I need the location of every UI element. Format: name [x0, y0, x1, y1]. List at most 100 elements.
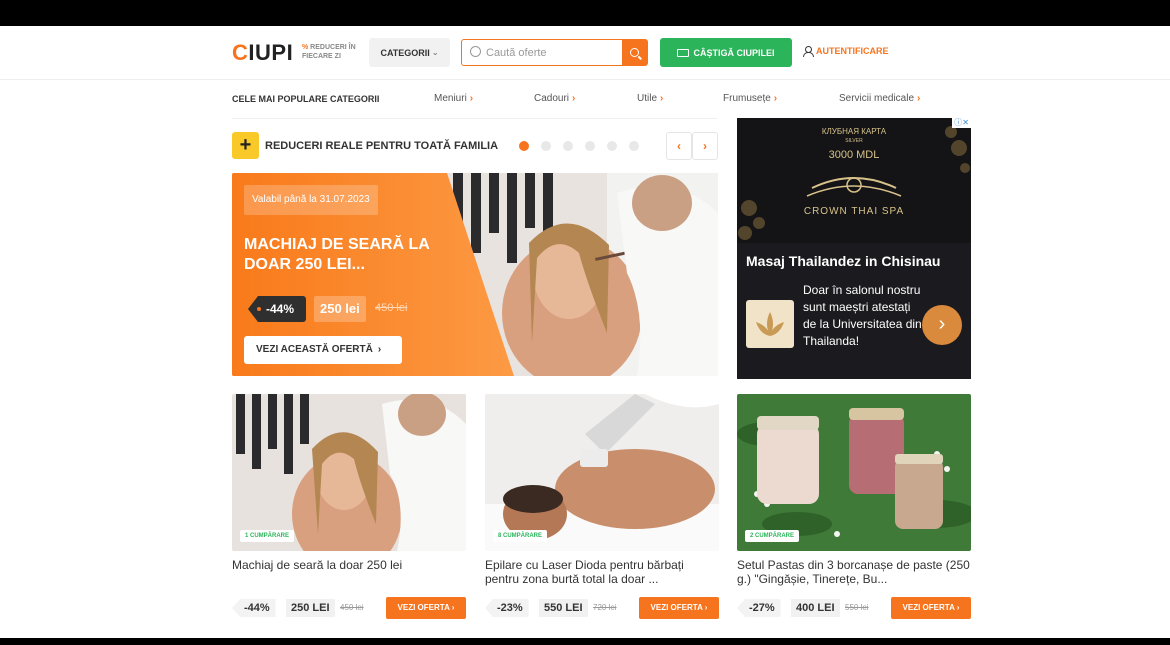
hero-cta-label: VEZI ACEASTĂ OFERTĂ — [256, 344, 373, 355]
chevron-right-icon: › — [572, 93, 576, 104]
tagline: % REDUCERI ÎN FIECARE ZI — [302, 43, 366, 61]
slider-dot[interactable] — [585, 141, 595, 151]
hero-banner[interactable]: Valabil până la 31.07.2023 MACHIAJ DE SE… — [232, 173, 718, 376]
chevron-down-icon: ⌄ — [431, 48, 439, 57]
logo-c-letter: C — [232, 40, 249, 65]
cash-icon — [677, 48, 690, 57]
chevron-right-icon: › — [469, 93, 474, 104]
tagline-text: REDUCERI ÎN FIECARE ZI — [302, 44, 356, 60]
category-label: Utile — [637, 93, 658, 104]
ad-text: Doar în salonul nostru sunt maeștri ates… — [803, 283, 922, 348]
view-offer-button[interactable]: VEZI OFERTA › — [386, 597, 466, 619]
categories-button-label: CATEGORII — [380, 47, 430, 58]
offer-price: 400 LEI — [791, 599, 840, 617]
category-bar-title: CELE MAI POPULARE CATEGORII — [232, 94, 380, 104]
chevron-right-icon: › — [917, 93, 921, 104]
login-link[interactable]: AUTENTIFICARE — [803, 46, 889, 57]
offer-image-pastas — [737, 394, 971, 551]
category-item-utile[interactable]: Utile › — [637, 93, 663, 104]
offer-discount: -27% — [737, 599, 781, 617]
search-button[interactable] — [622, 40, 647, 65]
ad-arrow-button[interactable]: › — [922, 305, 962, 345]
slider-dots — [519, 141, 639, 151]
divider — [232, 118, 717, 119]
hero-valid-until: Valabil până la 31.07.2023 — [244, 185, 378, 215]
offer-card[interactable]: 8 CUMPĂRARE Epilare cu Laser Dioda pentr… — [485, 394, 719, 619]
hero-price: 250 lei — [314, 296, 366, 322]
ad-brand: CROWN THAI SPA — [803, 206, 905, 217]
page: CIUPI % REDUCERI ÎN FIECARE ZI CATEGORII… — [0, 26, 1170, 638]
earn-button-label: CÂȘTIGĂ CIUPILEI — [693, 47, 775, 58]
ad-card-subtitle: SILVER — [845, 138, 863, 144]
ad-logo — [746, 300, 794, 348]
slider-dot[interactable] — [563, 141, 573, 151]
offer-price-row: -27% 400 LEI 550 lei VEZI OFERTA › — [737, 597, 971, 619]
ciupi-logo[interactable]: CIUPI — [232, 40, 293, 66]
category-item-servicii-medicale[interactable]: Servicii medicale › — [839, 93, 920, 104]
offer-title[interactable]: Epilare cu Laser Dioda pentru bărbați pe… — [485, 558, 719, 586]
category-label: Frumusețe — [723, 93, 771, 104]
slider-title: REDUCERI REALE PENTRU TOATĂ FAMILIA — [265, 140, 499, 152]
chevron-right-icon: › — [660, 93, 664, 104]
slider-dot[interactable] — [541, 141, 551, 151]
category-bar: CELE MAI POPULARE CATEGORII Meniuri › Cad… — [0, 80, 1170, 118]
offer-title[interactable]: Setul Pastas din 3 borcanașe de paste (2… — [737, 558, 971, 586]
purchase-count-badge: 8 CUMPĂRARE — [493, 530, 548, 542]
offer-card[interactable]: 2 CUMPĂRARE Setul Pastas din 3 borcanașe… — [737, 394, 971, 619]
offer-card[interactable]: 1 CUMPĂRARE Machiaj de seară la doar 250… — [232, 394, 466, 619]
view-offer-button[interactable]: VEZI OFERTA › — [639, 597, 719, 619]
ad-title: Masaj Thailandez in Chisinau — [746, 253, 941, 269]
offer-old-price: 450 lei — [340, 603, 364, 612]
chevron-right-icon: › — [773, 93, 778, 104]
ad-card-title: КЛУБНАЯ КАРТА — [821, 127, 887, 136]
slider-header: + REDUCERI REALE PENTRU TOATĂ FAMILIA ‹ … — [232, 132, 718, 160]
offer-old-price: 720 lei — [593, 603, 617, 612]
offer-old-price: 550 lei — [845, 603, 869, 612]
offer-discount: -23% — [485, 599, 529, 617]
lotus-icon — [756, 312, 784, 336]
hero-discount-badge: -44% — [248, 296, 306, 322]
offer-price: 250 LEI — [286, 599, 335, 617]
categories-button[interactable]: CATEGORII ⌄ — [369, 38, 450, 67]
user-icon — [803, 46, 814, 57]
slider-dot[interactable] — [607, 141, 617, 151]
hero-cta-button[interactable]: VEZI ACEASTĂ OFERTĂ › — [244, 336, 402, 364]
offer-image-makeup — [232, 394, 466, 551]
slider-dot[interactable] — [519, 141, 529, 151]
ad-card-amount: 3000 MDL — [828, 149, 880, 161]
plus-icon: + — [232, 132, 259, 159]
magnifier-icon — [630, 48, 639, 57]
slider-dot[interactable] — [629, 141, 639, 151]
offer-price: 550 LEI — [539, 599, 588, 617]
category-item-frumusete[interactable]: Frumusețe › — [723, 93, 777, 104]
view-offer-button[interactable]: VEZI OFERTA › — [891, 597, 971, 619]
slider-next-button[interactable]: › — [692, 132, 718, 160]
advertisement[interactable]: КЛУБНАЯ КАРТА SILVER 3000 MDL CROWN THAI… — [737, 118, 971, 379]
purchase-count-badge: 2 CUMPĂRARE — [745, 530, 800, 542]
search-box — [461, 39, 648, 66]
chevron-right-icon: › — [377, 344, 382, 355]
earn-ciupilei-button[interactable]: CÂȘTIGĂ CIUPILEI — [660, 38, 792, 67]
category-label: Cadouri — [534, 93, 570, 104]
offer-image-laser — [485, 394, 719, 551]
category-label: Meniuri — [434, 93, 467, 104]
hero-old-price: 450 lei — [375, 302, 408, 314]
slider-prev-button[interactable]: ‹ — [666, 132, 692, 160]
category-label: Servicii medicale — [839, 93, 915, 104]
offer-title[interactable]: Machiaj de seară la doar 250 lei — [232, 558, 466, 572]
offer-discount: -44% — [232, 599, 276, 617]
ad-card-art — [737, 118, 971, 243]
offer-price-row: -23% 550 LEI 720 lei VEZI OFERTA › — [485, 597, 719, 619]
top-bar: CIUPI % REDUCERI ÎN FIECARE ZI CATEGORII… — [0, 26, 1170, 80]
ad-card-image: КЛУБНАЯ КАРТА SILVER 3000 MDL CROWN THAI… — [737, 118, 971, 243]
logo-text: IUPI — [248, 40, 294, 65]
search-input[interactable] — [486, 44, 616, 62]
search-icon — [470, 46, 481, 57]
category-item-cadouri[interactable]: Cadouri › — [534, 93, 575, 104]
ad-choices-icon[interactable]: ⓘ✕ — [952, 118, 971, 128]
category-item-meniuri[interactable]: Meniuri › — [434, 93, 473, 104]
login-label: AUTENTIFICARE — [816, 46, 889, 56]
hero-title: MACHIAJ DE SEARĂ LA DOAR 250 LEI... — [244, 236, 430, 273]
purchase-count-badge: 1 CUMPĂRARE — [240, 530, 295, 542]
offer-price-row: -44% 250 LEI 450 lei VEZI OFERTA › — [232, 597, 466, 619]
